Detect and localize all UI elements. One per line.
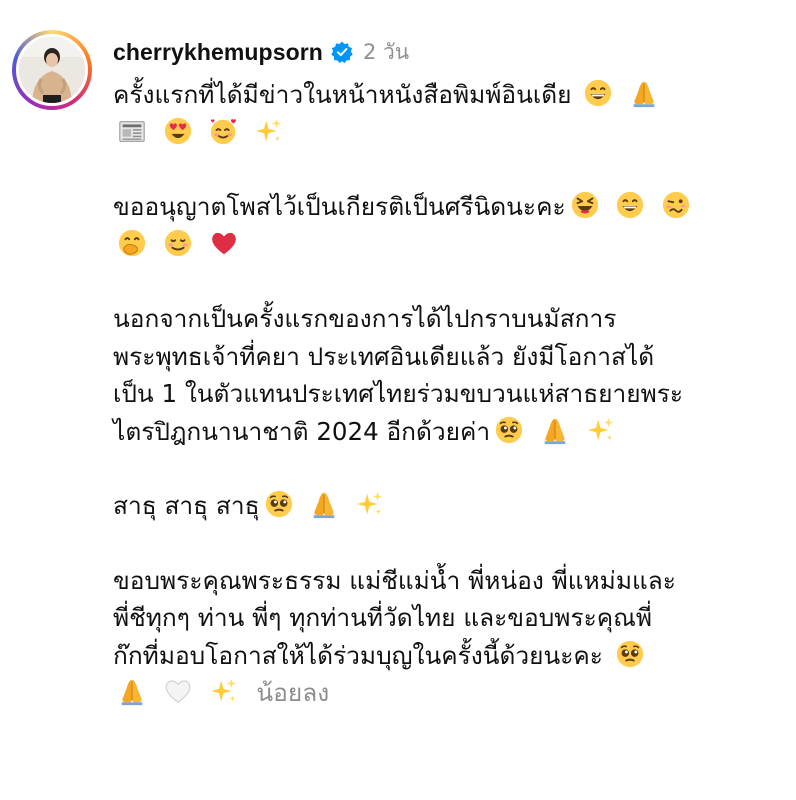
caption-text: พระพุทธเจ้าที่คยา ประเทศอินเดียแล้ว ยังม… (113, 341, 655, 371)
caption-paragraph-1: ครั้งแรกที่ได้มีข่าวในหน้าหนังสือพิมพ์อิ… (113, 76, 783, 151)
caption-text: พี่ชีทุกๆ ท่าน พี่ๆ ทุกท่านที่วัดไทย และ… (113, 603, 653, 632)
username[interactable]: cherrykhemupsorn (113, 39, 323, 66)
caption-text: ไตรปิฎกนานาชาติ 2024 อีกด้วยค่า (113, 416, 491, 446)
caption-text: ก๊กที่มอบโอกาสให้ได้ร่วมบุญในครั้งนี้ด้ว… (113, 640, 603, 670)
see-less-link[interactable]: น้อยลง (256, 678, 329, 707)
folded-hands-icon (540, 415, 570, 445)
pleading-face-icon (264, 489, 294, 519)
sparkles-icon (355, 489, 385, 519)
caption-paragraph-4: สาธุ สาธุ สาธุ (113, 487, 783, 525)
story-ring[interactable] (12, 30, 92, 110)
caption-text: ขอบพระคุณพระธรรม แม่ชีแม่น้ำ พี่หน่อง พี… (113, 565, 676, 595)
comment-caption: ครั้งแรกที่ได้มีข่าวในหน้าหนังสือพิมพ์อิ… (113, 76, 783, 712)
heart-eyes-face-icon (163, 116, 193, 146)
white-heart-icon (163, 676, 193, 706)
sparkles-icon (209, 676, 239, 706)
instagram-comment: cherrykhemupsorn 2 วัน ครั้งแรกที่ได้มีข… (0, 0, 796, 800)
woozy-face-icon (661, 190, 691, 220)
avatar[interactable] (16, 34, 88, 106)
folded-hands-icon (117, 676, 147, 706)
folded-hands-icon (629, 78, 659, 108)
grinning-face-icon (615, 190, 645, 220)
hand-over-mouth-face-icon (117, 228, 147, 258)
caption-text: สาธุ สาธุ สาธุ (113, 491, 260, 520)
red-heart-icon (209, 228, 239, 258)
caption-text: เป็น 1 ในตัวแทนประเทศไทยร่วมขบวนแห่สาธยา… (113, 379, 684, 408)
caption-text: ครั้งแรกที่ได้มีข่าวในหน้าหนังสือพิมพ์อิ… (113, 80, 572, 109)
caption-text: ขออนุญาตโพสไว้เป็นเกียรติเป็นศรีนิดนะคะ (113, 192, 566, 221)
verified-badge-icon (331, 41, 353, 63)
caption-paragraph-2: ขออนุญาตโพสไว้เป็นเกียรติเป็นศรีนิดนะคะ (113, 188, 783, 263)
sparkles-icon (586, 415, 616, 445)
grinning-face-icon (583, 78, 613, 108)
smiling-face-with-hearts-icon (209, 116, 239, 146)
comment-header: cherrykhemupsorn 2 วัน (113, 32, 409, 72)
blushing-face-icon (163, 228, 193, 258)
pleading-face-icon (494, 415, 524, 445)
sparkles-icon (254, 116, 284, 146)
caption-paragraph-3: นอกจากเป็นครั้งแรกของการได้ไปกราบนมัสการ… (113, 300, 783, 450)
folded-hands-icon (309, 489, 339, 519)
laughing-face-icon (570, 190, 600, 220)
timestamp[interactable]: 2 วัน (363, 36, 409, 69)
newspaper-icon (117, 116, 147, 146)
pleading-face-icon (615, 639, 645, 669)
caption-text: นอกจากเป็นครั้งแรกของการได้ไปกราบนมัสการ (113, 304, 617, 333)
caption-paragraph-5: ขอบพระคุณพระธรรม แม่ชีแม่น้ำ พี่หน่อง พี… (113, 562, 783, 712)
